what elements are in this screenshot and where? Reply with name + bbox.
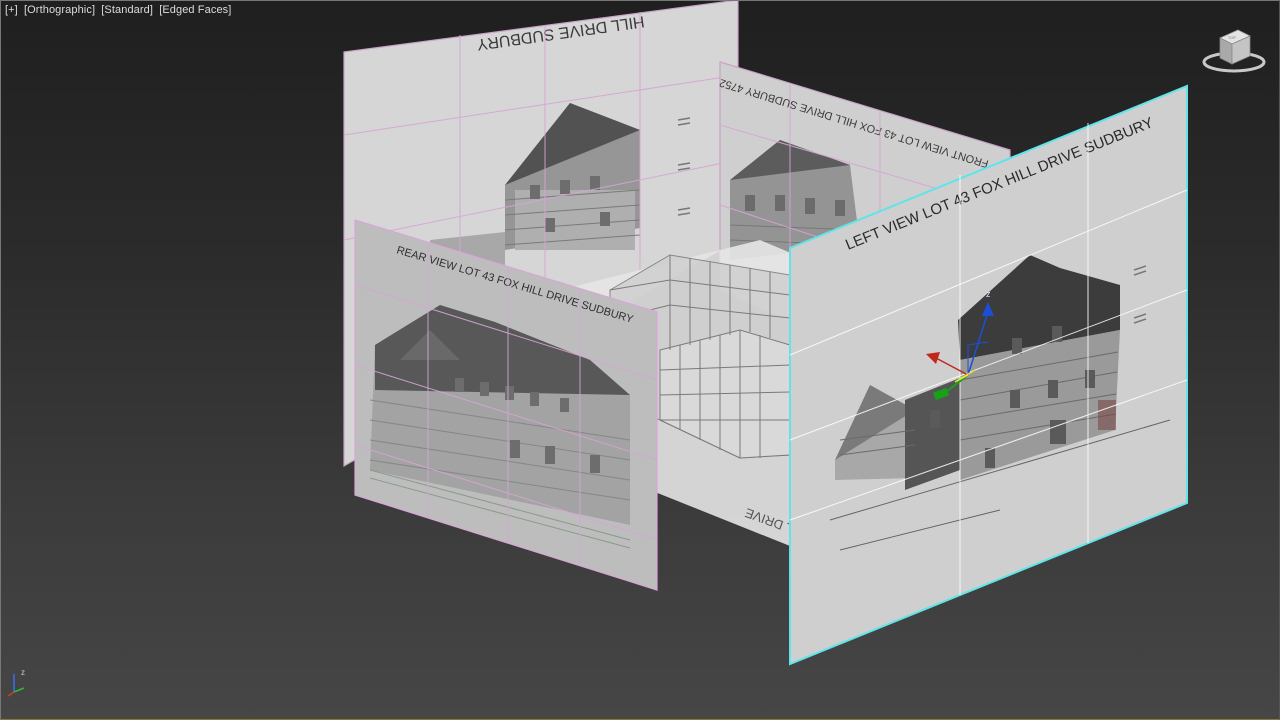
viewcube-face-label: TOP <box>1228 35 1236 40</box>
viewport-shading-style-menu[interactable]: [Standard] <box>101 4 153 16</box>
viewport-plus-menu[interactable]: [+] <box>5 4 18 16</box>
gizmo-z-label: z <box>986 289 991 299</box>
viewport-scene[interactable]: HILL DRIVE SUDBURY FRONT VIEW LOT 43 FOX… <box>0 0 1280 720</box>
viewport-per-view-menu[interactable]: [Edged Faces] <box>159 4 231 16</box>
viewcube[interactable]: TOP <box>1200 26 1268 78</box>
axis-tripod-icon: z <box>7 668 25 697</box>
tripod-z-label: z <box>21 668 25 677</box>
viewport-label-menu: [+] [Orthographic] [Standard] [Edged Fac… <box>5 4 234 16</box>
viewport-point-of-view-menu[interactable]: [Orthographic] <box>24 4 95 16</box>
